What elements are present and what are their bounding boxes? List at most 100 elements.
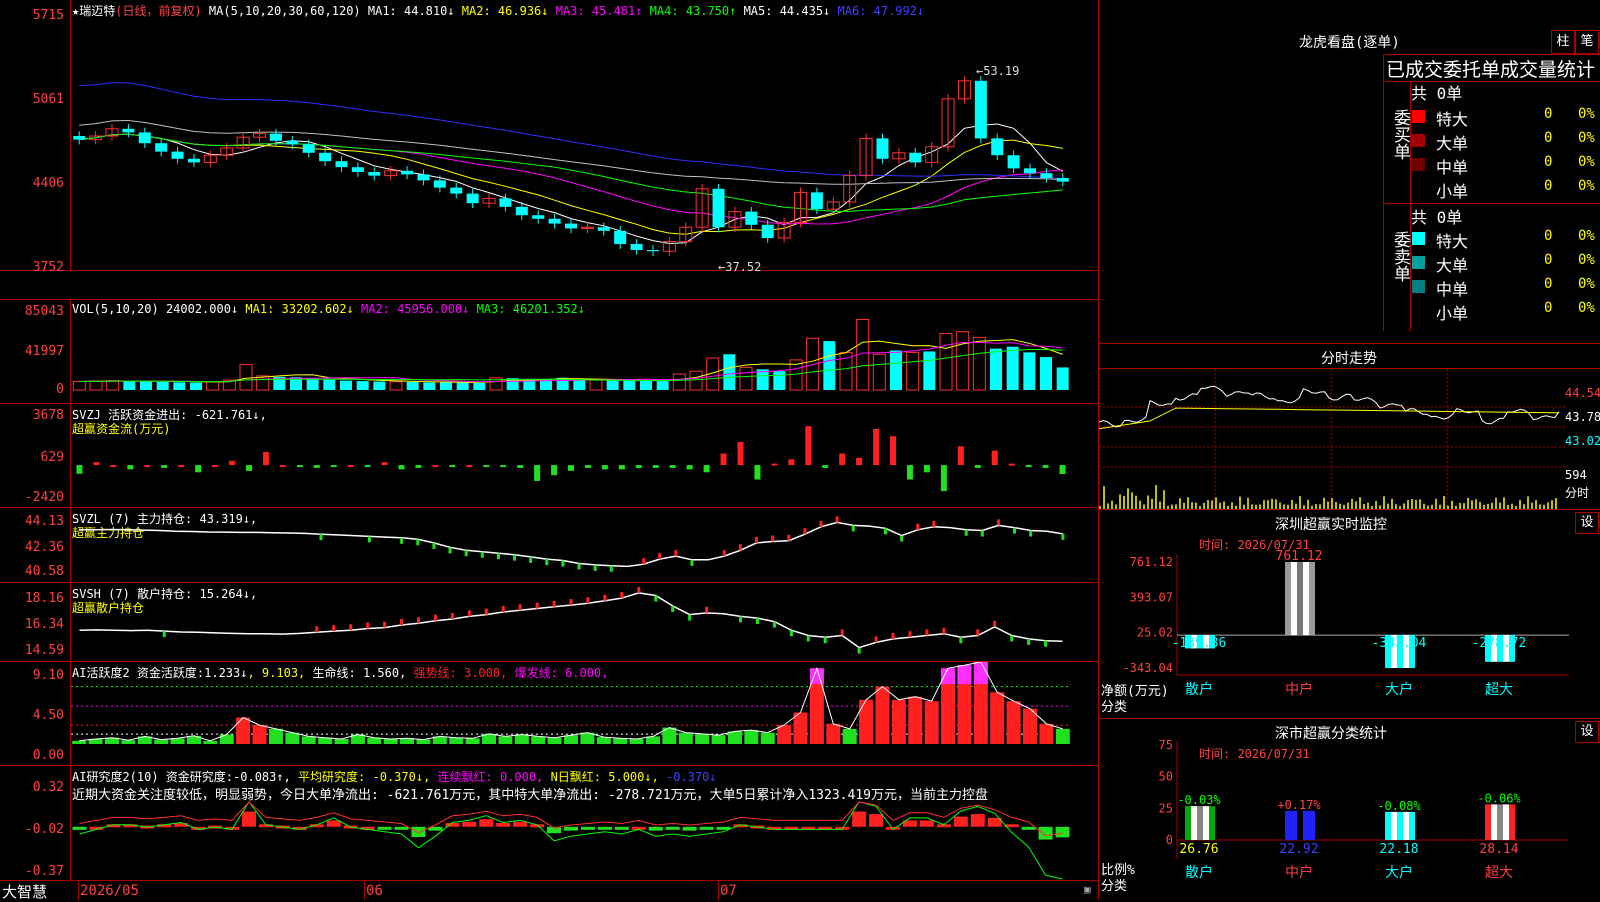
- fund-flow-bar: [839, 453, 846, 466]
- volume-panel[interactable]: 85043 41997 0 VOL(5,10,20) 24002.000↓ MA…: [0, 299, 1098, 404]
- fund-flow-bar: [1025, 465, 1032, 468]
- ai-research-tick: 0.32: [32, 780, 64, 795]
- position-tick: [484, 608, 488, 615]
- volume-bar: [739, 366, 753, 391]
- activity-bar: [367, 737, 382, 744]
- svzl-panel[interactable]: 44.13 42.36 40.58 SVZL (7) 主力持仓: 43.319↓…: [0, 508, 1098, 583]
- kline-panel[interactable]: 5715 5061 4406 3752 ★瑞迈特(日线，前复权) MA(5,10…: [0, 0, 1098, 275]
- position-tick: [771, 535, 775, 542]
- intraday-volume-bar: [1555, 498, 1557, 509]
- volume-bar: [906, 351, 920, 391]
- position-tick: [1061, 533, 1065, 540]
- activity-bar: [596, 737, 611, 744]
- ai-research-panel[interactable]: 0.32 -0.02 -0.37 AI研究度2(10) 资金研究度:-0.083…: [0, 766, 1098, 881]
- intraday-volume-bar: [1507, 504, 1509, 509]
- volume-bar: [456, 382, 469, 390]
- intraday-volume-bar: [1547, 502, 1549, 509]
- activity-bar: [613, 738, 628, 744]
- ai-research-chart[interactable]: [71, 766, 1097, 880]
- fund-flow-bar: [890, 436, 897, 466]
- intraday-volume-bar: [1383, 496, 1385, 509]
- order-type-label: 特大: [1436, 232, 1469, 251]
- fund-flow-bar: [245, 465, 252, 471]
- research-line-red: [79, 801, 1063, 837]
- activity-bar: [777, 725, 792, 744]
- lock-icon[interactable]: ▣: [1084, 883, 1091, 896]
- classify-panel[interactable]: 深市超赢分类统计 设 时间: 2026/07/31 比例% 分类 75 50 25 0…: [1098, 719, 1600, 900]
- volume-bar: [939, 333, 953, 391]
- intraday-vol-tick: 594: [1565, 468, 1587, 482]
- position-tick: [450, 612, 454, 619]
- fund-flow-bar: [161, 465, 168, 468]
- intraday-volume-bar: [1435, 498, 1437, 509]
- classify-category-label: 超大: [1485, 865, 1513, 881]
- ai-activity-chart[interactable]: [71, 662, 1097, 765]
- fund-flow-bar: [432, 465, 439, 468]
- candlestick-chart[interactable]: [71, 0, 1097, 270]
- retail-position-chart[interactable]: [71, 583, 1097, 661]
- intraday-volume-bar: [1335, 501, 1337, 509]
- monitor-bar: [1285, 562, 1315, 636]
- position-tick: [480, 551, 484, 558]
- monitor-ytick: -343.04: [1122, 661, 1173, 675]
- intraday-volume-bar: [1391, 498, 1393, 509]
- volume-chart[interactable]: [71, 300, 1097, 403]
- classify-bar-chart[interactable]: 75 50 25 0 -0.03% 26.76 散户 +0.17% 22.92 中户 -0.08% 2…: [1099, 719, 1600, 900]
- activity-bar: [744, 730, 759, 744]
- order-type-label: 小单: [1436, 182, 1469, 201]
- classify-category-label: 中户: [1285, 864, 1313, 881]
- main-position-chart[interactable]: [71, 508, 1097, 582]
- color-swatch: [1412, 134, 1425, 147]
- svsh-panel[interactable]: 18.16 16.34 14.59 SVSH (7) 散户持仓: 15.264↓…: [0, 583, 1098, 662]
- monitor-value-label: -343.04: [1372, 636, 1427, 651]
- svzl-axis: 44.13 42.36 40.58: [0, 508, 71, 582]
- intraday-chart[interactable]: [1099, 369, 1565, 509]
- activity-bar: [498, 736, 513, 744]
- candle-body: [548, 218, 561, 224]
- volume-bar: [872, 353, 886, 391]
- classify-bar: [1185, 806, 1215, 840]
- intraday-volume-bar: [1235, 505, 1237, 509]
- bar-view-button[interactable]: 柱: [1551, 30, 1575, 54]
- intraday-volume-bar: [1471, 500, 1473, 509]
- position-tick: [874, 636, 878, 643]
- intraday-volume-bar: [1283, 504, 1285, 509]
- fund-flow-chart[interactable]: [71, 404, 1097, 507]
- candle-body: [302, 144, 315, 153]
- position-tick: [900, 535, 904, 542]
- order-row: 大单 0 0%: [1408, 128, 1600, 153]
- order-type-label: 中单: [1436, 158, 1469, 177]
- ai-activity-panel[interactable]: 9.10 4.50 0.00 AI活跃度2 资金活跃度:1.233↓, 9.10…: [0, 662, 1098, 766]
- position-tick: [738, 544, 742, 551]
- monitor-category-label: 中户: [1285, 681, 1313, 698]
- tick-view-button[interactable]: 笔: [1575, 30, 1599, 54]
- fund-flow-bar: [127, 465, 134, 470]
- svzj-panel[interactable]: 3678 629 -2420 SVZJ 活跃资金进出: -621.761↓, 超…: [0, 404, 1098, 508]
- monitor-bar-chart[interactable]: 761.12 393.07 25.02 -343.04 -139.36 散户 761.12 中…: [1099, 510, 1600, 718]
- intraday-volume-bar: [1115, 504, 1117, 509]
- monitor-panel[interactable]: 深圳超赢实时监控 设 时间: 2026/07/31 净额(万元) 分类 761.…: [1098, 510, 1600, 719]
- position-tick: [654, 595, 658, 602]
- volume-bar: [972, 336, 986, 391]
- candle-body: [171, 151, 184, 159]
- candle-body: [466, 193, 479, 204]
- activity-bar: [547, 737, 562, 744]
- volume-ma-line: [79, 349, 1063, 383]
- candle-body: [450, 187, 463, 194]
- order-count: 0: [1544, 252, 1553, 268]
- fund-flow-bar: [856, 457, 863, 466]
- fund-flow-bar: [296, 465, 303, 468]
- intraday-volume-bar: [1495, 497, 1497, 509]
- intraday-volume-bar: [1483, 504, 1485, 509]
- date-label: 06: [366, 883, 383, 899]
- intraday-volume-bar: [1255, 504, 1257, 509]
- position-tick: [705, 606, 709, 613]
- intraday-panel[interactable]: 分时走势 44.54 43.78 43.02 594 分时: [1098, 344, 1600, 510]
- fund-flow-bar: [822, 465, 829, 468]
- intraday-volume-bar: [1119, 494, 1121, 509]
- order-count: 0: [1544, 178, 1553, 194]
- candle-body: [286, 140, 299, 145]
- classify-ytick: 50: [1159, 770, 1173, 784]
- activity-peak: [941, 668, 956, 685]
- intraday-volume-bar: [1239, 496, 1241, 509]
